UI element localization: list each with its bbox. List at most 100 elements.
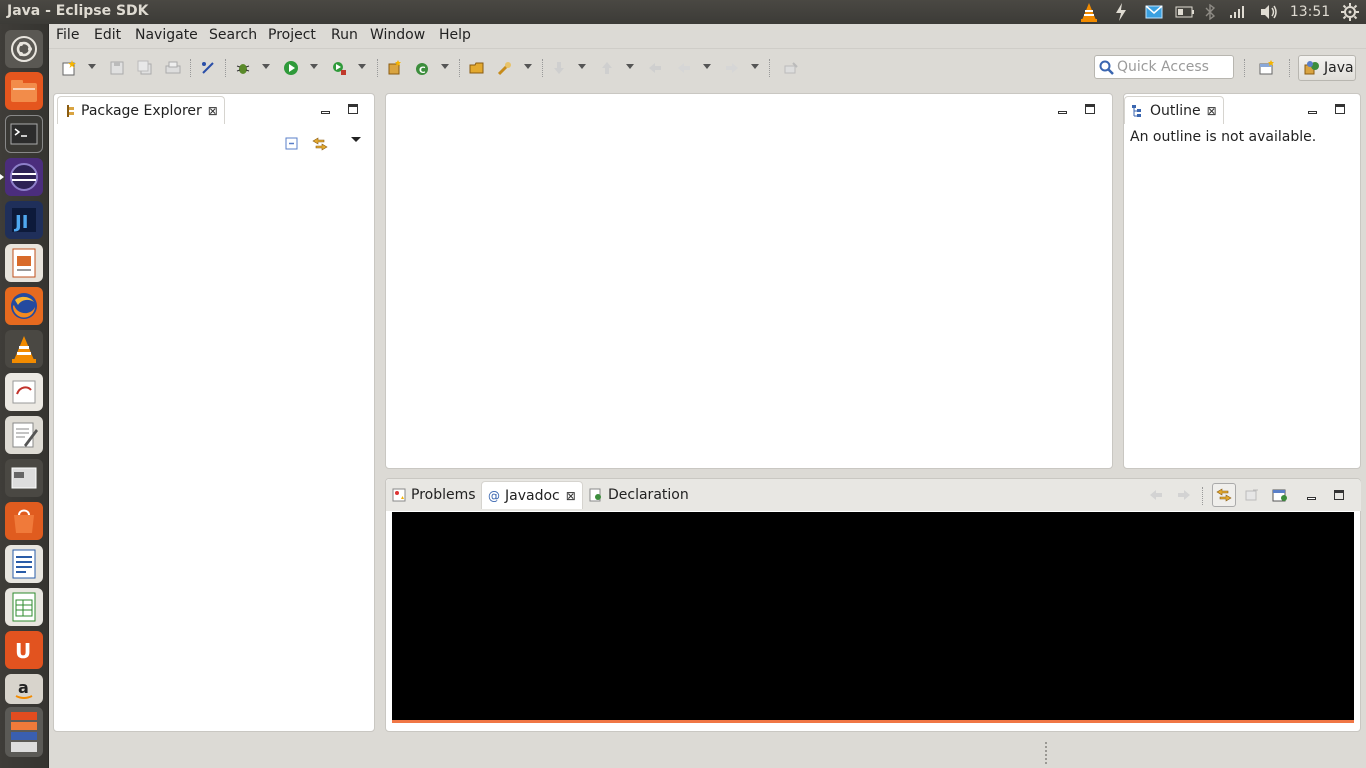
tab-outline[interactable]: Outline ⊠ [1124,96,1224,124]
maximize-icon[interactable] [347,103,359,115]
menu-file[interactable]: File [56,27,79,43]
toolbar-separator [190,59,191,77]
save-all-icon[interactable] [135,58,155,78]
power-tray-icon[interactable] [1110,0,1132,24]
javadoc-link-with-selection-icon[interactable] [1212,483,1236,507]
volume-tray-icon[interactable] [1257,0,1281,24]
bluetooth-tray-icon[interactable] [1201,0,1219,24]
print-icon[interactable] [163,58,183,78]
search-dropdown-icon[interactable] [524,64,532,69]
declaration-tab-label: Declaration [608,487,689,503]
session-gear-icon[interactable] [1338,0,1362,24]
forward-dropdown-icon[interactable] [751,64,759,69]
gedit-icon[interactable] [5,416,43,454]
tab-problems[interactable]: Problems [386,481,482,509]
libreoffice-impress-icon[interactable] [5,244,43,282]
menu-edit[interactable]: Edit [94,27,121,43]
minimize-icon[interactable] [1056,103,1068,115]
clock[interactable]: 13:51 [1290,0,1330,24]
open-type-icon[interactable] [467,58,487,78]
ubuntu-dash-icon[interactable] [5,30,43,68]
next-annotation-dropdown-icon[interactable] [578,64,586,69]
external-tools-dropdown-icon[interactable] [358,64,366,69]
maximize-icon[interactable] [1084,103,1096,115]
next-annotation-icon[interactable] [549,58,569,78]
collapse-all-icon[interactable] [282,134,302,154]
writer-icon[interactable] [5,545,43,583]
vlc-icon[interactable] [5,330,43,368]
previous-annotation-dropdown-icon[interactable] [626,64,634,69]
minimize-icon[interactable] [319,103,331,115]
mail-tray-icon[interactable] [1142,0,1166,24]
last-edit-location-icon[interactable] [645,58,665,78]
open-input-icon[interactable] [1270,485,1290,505]
files-icon[interactable] [5,72,43,110]
problems-tab-label: Problems [411,487,476,503]
external-tools-icon[interactable] [329,58,349,78]
terminal-icon[interactable] [5,115,43,153]
quick-access-input[interactable] [1117,58,1229,76]
java-perspective-button[interactable]: Java [1298,55,1356,81]
amazon-icon[interactable]: a [5,674,43,704]
software-center-icon[interactable] [5,502,43,540]
minimize-icon[interactable] [1305,489,1317,501]
previous-annotation-icon[interactable] [597,58,617,78]
menu-help[interactable]: Help [439,27,471,43]
menu-navigate[interactable]: Navigate [135,27,198,43]
view-menu-icon[interactable] [351,137,361,142]
debug-dropdown-icon[interactable] [262,64,270,69]
new-dropdown-icon[interactable] [88,64,96,69]
firefox-icon[interactable] [5,287,43,325]
new-icon[interactable] [59,58,79,78]
open-attached-javadoc-icon[interactable] [1242,485,1262,505]
forward-icon[interactable] [722,58,742,78]
menu-window[interactable]: Window [370,27,425,43]
window-title: Java - Eclipse SDK [7,3,149,19]
save-icon[interactable] [107,58,127,78]
menu-project[interactable]: Project [268,27,316,43]
toolbar-separator [1202,487,1203,505]
toolbar-separator [1244,59,1245,77]
ubuntu-one-icon[interactable]: U [5,631,43,669]
javadoc-forward-icon[interactable] [1174,485,1194,505]
trash-icon[interactable] [5,707,43,757]
battery-tray-icon[interactable] [1173,0,1197,24]
javadoc-tab-label: Javadoc [505,487,560,504]
workspace-switcher-icon[interactable] [5,459,43,497]
minimize-icon[interactable] [1306,103,1318,115]
toggle-breakpoint-icon[interactable] [198,58,218,78]
vlc-tray-icon[interactable] [1077,0,1101,24]
outline-tabrow: Outline ⊠ [1124,94,1360,124]
close-icon[interactable]: ⊠ [208,104,218,118]
active-app-indicator [0,174,4,180]
javadoc-back-icon[interactable] [1146,485,1166,505]
search-tool-icon[interactable] [495,58,515,78]
intellij-icon[interactable]: JI [5,201,43,239]
menu-run[interactable]: Run [331,27,358,43]
calc-icon[interactable] [5,588,43,626]
new-java-class-icon[interactable]: C [412,58,432,78]
problems-icon [392,488,406,502]
text-editor-icon[interactable] [5,373,43,411]
link-with-editor-icon[interactable] [310,134,330,154]
run-icon[interactable] [281,58,301,78]
maximize-icon[interactable] [1334,103,1346,115]
pin-editor-icon[interactable] [781,58,801,78]
back-icon[interactable] [674,58,694,78]
back-dropdown-icon[interactable] [703,64,711,69]
close-icon[interactable]: ⊠ [1207,104,1217,118]
open-perspective-icon[interactable] [1257,58,1277,78]
menu-search[interactable]: Search [209,27,257,43]
maximize-icon[interactable] [1333,489,1345,501]
network-tray-icon[interactable] [1225,0,1249,24]
run-dropdown-icon[interactable] [310,64,318,69]
new-java-package-icon[interactable] [384,58,404,78]
tab-javadoc[interactable]: @ Javadoc ⊠ [481,481,583,509]
toolbar-separator [769,59,770,77]
debug-icon[interactable] [233,58,253,78]
new-class-dropdown-icon[interactable] [441,64,449,69]
close-icon[interactable]: ⊠ [566,489,576,503]
eclipse-icon[interactable] [5,158,43,196]
tab-package-explorer[interactable]: Package Explorer ⊠ [57,96,225,124]
tab-declaration[interactable]: Declaration [583,481,695,509]
